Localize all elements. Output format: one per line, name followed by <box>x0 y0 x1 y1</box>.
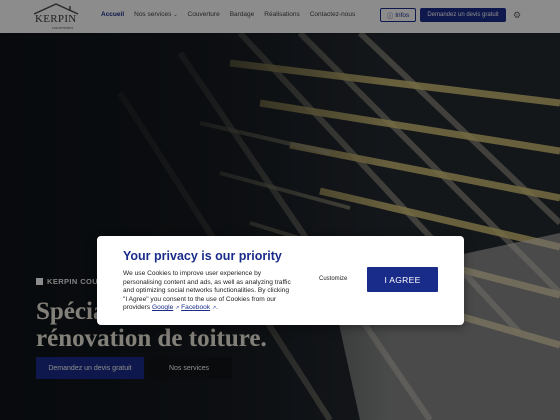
external-link-icon: ↗ <box>175 305 180 312</box>
agree-button[interactable]: I AGREE <box>367 267 438 292</box>
external-link-icon: ↗ <box>211 305 217 312</box>
customize-button[interactable]: Customize <box>319 276 347 282</box>
cookie-overlay <box>0 0 560 420</box>
cookie-dialog-body: We use Cookies to improve user experienc… <box>123 270 291 312</box>
cookie-dialog-title: Your privacy is our priority <box>123 249 282 263</box>
google-link[interactable]: Google <box>152 304 173 311</box>
cookie-consent-dialog: Your privacy is our priority We use Cook… <box>97 236 464 325</box>
facebook-link[interactable]: Facebook <box>181 304 210 311</box>
